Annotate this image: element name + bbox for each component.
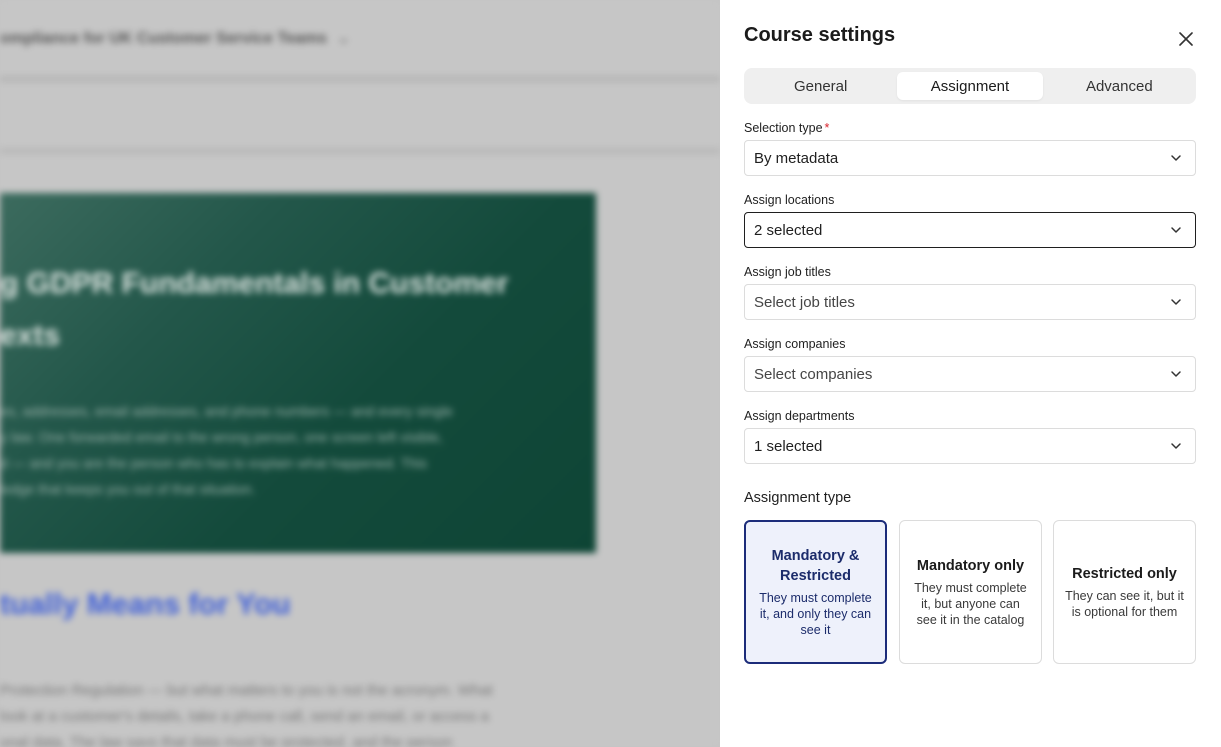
assignment-option-description: They must complete it, and only they can…: [759, 591, 872, 637]
required-marker: *: [824, 121, 830, 135]
assign-job-titles-placeholder: Select job titles: [754, 293, 855, 311]
assign-departments-value: 1 selected: [754, 437, 823, 455]
background-paragraph-line: look at a customer's details, take a pho…: [0, 708, 489, 725]
tab-assignment[interactable]: Assignment: [897, 72, 1043, 100]
assignment-option-title: Restricted only: [1072, 566, 1177, 582]
background-hero-title-line: exts: [0, 319, 61, 352]
assign-job-titles-select[interactable]: Select job titles: [744, 284, 1196, 320]
selection-type-label-text: Selection type: [744, 121, 823, 135]
background-hero-body-line: d — and you are the person who has to ex…: [0, 455, 428, 471]
background-hero-title-line: g GDPR Fundamentals in Customer: [0, 267, 509, 300]
assignment-option-mandatory-only[interactable]: Mandatory only They must complete it, bu…: [899, 520, 1042, 664]
selection-type-select[interactable]: By metadata: [744, 140, 1196, 176]
background-hero-body-line: es, addresses, email addresses, and phon…: [0, 403, 453, 419]
panel-title: Course settings: [744, 24, 896, 46]
assignment-option-restricted-only[interactable]: Restricted only They can see it, but it …: [1053, 520, 1196, 664]
background-paragraph-line: Protection Regulation — but what matters…: [0, 682, 493, 699]
assign-locations-label: Assign locations: [744, 193, 835, 207]
assignment-option-description: They can see it, but it is optional for …: [1065, 589, 1184, 619]
assign-departments-label: Assign departments: [744, 409, 855, 423]
background-page: ompliance for UK Customer Service Teams ⌄…: [0, 0, 720, 747]
chevron-down-icon: [1171, 155, 1181, 161]
settings-tabs: General Assignment Advanced: [744, 68, 1196, 104]
close-button[interactable]: [1174, 27, 1198, 51]
course-settings-panel: Course settings General Assignment Advan…: [720, 0, 1221, 747]
background-breadcrumb: ompliance for UK Customer Service Teams ⌄: [0, 28, 350, 48]
assign-companies-label: Assign companies: [744, 337, 846, 351]
assign-locations-value: 2 selected: [754, 221, 823, 239]
background-hero-body-line: y law. One forwarded email to the wrong …: [0, 429, 443, 445]
assignment-option-description: They must complete it, but anyone can se…: [914, 581, 1027, 627]
background-hero-body-line: ledge that keeps you out of that situati…: [0, 481, 256, 497]
chevron-down-icon: [1171, 371, 1181, 377]
assignment-option-mandatory-restricted[interactable]: Mandatory & Restricted They must complet…: [744, 520, 887, 664]
assignment-option-title: Mandatory only: [916, 558, 1025, 574]
background-divider: [0, 76, 720, 82]
assign-locations-select[interactable]: 2 selected: [744, 212, 1196, 248]
chevron-down-icon: [1171, 443, 1181, 449]
background-topbar: ompliance for UK Customer Service Teams ⌄: [0, 0, 720, 78]
assignment-option-title: Mandatory & Restricted: [771, 548, 860, 584]
background-breadcrumb-text: ompliance for UK Customer Service Teams: [0, 30, 327, 47]
background-divider: [0, 148, 720, 154]
tab-general[interactable]: General: [748, 72, 893, 100]
assign-companies-placeholder: Select companies: [754, 365, 873, 383]
selection-type-value: By metadata: [754, 149, 839, 167]
chevron-down-icon: [1171, 227, 1181, 233]
assign-departments-select[interactable]: 1 selected: [744, 428, 1196, 464]
background-paragraph-line: onal data. The law says that data must b…: [0, 734, 453, 747]
background-hero-title: g GDPR Fundamentals in Customer exts: [0, 258, 508, 362]
assignment-type-title: Assignment type: [744, 490, 852, 506]
background-hero-body: es, addresses, email addresses, and phon…: [0, 398, 560, 502]
background-paragraph: Protection Regulation — but what matters…: [0, 678, 493, 747]
close-icon: [1179, 32, 1193, 46]
chevron-down-icon: [1171, 299, 1181, 305]
assign-job-titles-label: Assign job titles: [744, 265, 831, 279]
selection-type-label: Selection type *: [744, 121, 829, 135]
chevron-down-icon: ⌄: [336, 30, 351, 47]
tab-advanced[interactable]: Advanced: [1047, 72, 1192, 100]
background-section-heading: tually Means for You: [0, 588, 291, 621]
assign-companies-select[interactable]: Select companies: [744, 356, 1196, 392]
